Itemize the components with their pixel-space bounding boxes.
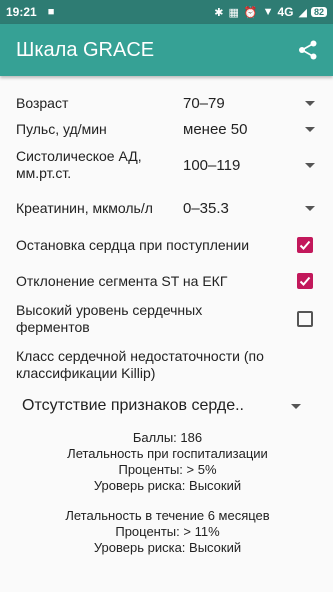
creatinine-label: Креатинин, мкмоль/л (16, 199, 153, 216)
pulse-label: Пульс, уд/мин (16, 120, 107, 137)
share-icon[interactable] (295, 37, 321, 63)
hospital-mortality-title: Летальность при госпитализации (67, 446, 268, 461)
status-time: 19:21 (6, 5, 37, 19)
killip-select[interactable]: Отсутствие признаков серде.. (16, 394, 319, 418)
hospital-risk-level: Уроверь риска: Высокий (93, 478, 242, 493)
notification-icon: ■ (47, 6, 55, 18)
vibrate-icon: ▦ (228, 6, 239, 19)
dropdown-arrow-icon (305, 100, 315, 106)
sbp-row: Систолическое АД, мм.рт.ст. 100–119 (16, 146, 319, 184)
battery-icon: 82 (310, 7, 327, 17)
six-month-mortality-percent: Проценты: > 11% (115, 524, 220, 539)
pulse-value: менее 50 (183, 120, 248, 138)
age-value: 70–79 (183, 94, 225, 112)
enzymes-checkbox[interactable] (297, 311, 313, 327)
killip-label: Класс сердечной недостаточности (по клас… (16, 348, 264, 381)
app-bar: Шкала GRACE (0, 24, 333, 76)
alarm-icon: ⏰ (243, 6, 258, 19)
dropdown-arrow-icon (305, 126, 315, 132)
six-month-risk-level: Уроверь риска: Высокий (93, 540, 242, 555)
check-icon (299, 276, 311, 286)
signal-icon: ◢ (298, 6, 307, 19)
killip-value: Отсутствие признаков серде.. (22, 397, 244, 414)
app-title: Шкала GRACE (16, 38, 155, 61)
age-label: Возраст (16, 94, 69, 111)
network-type: 4G (277, 5, 294, 19)
dropdown-arrow-icon (291, 403, 301, 409)
cardiac-arrest-checkbox[interactable] (297, 237, 313, 253)
sbp-value: 100–119 (183, 156, 241, 174)
share-icon-graphic (299, 40, 317, 60)
wifi-icon: ▼ (262, 6, 274, 18)
check-icon (299, 240, 311, 250)
pulse-select[interactable]: менее 50 (183, 121, 319, 138)
status-bar: 19:21 ■ ✱ ▦ ⏰ ▼ 4G ◢ 82 (0, 0, 333, 24)
form-content: Возраст 70–79 Пульс, уд/мин менее 50 Сис… (0, 90, 333, 556)
creatinine-row: Креатинин, мкмоль/л 0–35.3 (16, 190, 319, 226)
enzymes-checkbox-row[interactable]: Высокий уровень сердечных ферментов (16, 300, 319, 338)
age-select[interactable]: 70–79 (183, 95, 319, 112)
st-deviation-checkbox-row[interactable]: Отклонение сегмента ST на ЕКГ (16, 268, 319, 294)
st-deviation-label: Отклонение сегмента ST на ЕКГ (16, 272, 228, 289)
dropdown-arrow-icon (305, 205, 315, 211)
dropdown-arrow-icon (305, 162, 315, 168)
cardiac-arrest-label: Остановка сердца при поступлении (16, 236, 250, 253)
sbp-select[interactable]: 100–119 (183, 157, 319, 174)
score-text: Баллы: 186 (132, 430, 203, 445)
creatinine-value: 0–35.3 (183, 199, 229, 217)
hospital-mortality-percent: Проценты: > 5% (118, 462, 217, 477)
six-month-mortality-title: Летальность в течение 6 месяцев (65, 508, 270, 523)
pulse-row: Пульс, уд/мин менее 50 (16, 116, 319, 142)
st-deviation-checkbox[interactable] (297, 273, 313, 289)
creatinine-select[interactable]: 0–35.3 (183, 200, 319, 217)
enzymes-label: Высокий уровень сердечных ферментов (16, 302, 203, 335)
cardiac-arrest-checkbox-row[interactable]: Остановка сердца при поступлении (16, 232, 319, 258)
sbp-label: Систолическое АД, мм.рт.ст. (16, 148, 142, 181)
bluetooth-icon: ✱ (214, 6, 224, 19)
results-block: Баллы: 186 Летальность при госпитализаци… (16, 430, 319, 556)
age-row: Возраст 70–79 (16, 90, 319, 116)
